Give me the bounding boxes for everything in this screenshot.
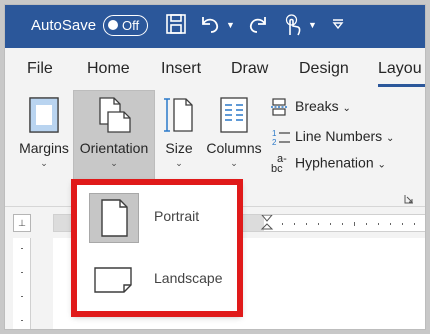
svg-text:2: 2 xyxy=(272,138,277,146)
size-dropdown-icon: ⌄ xyxy=(175,158,183,168)
svg-text:1: 1 xyxy=(272,129,277,138)
margins-label: Margins xyxy=(19,140,69,156)
breaks-icon xyxy=(271,98,287,116)
autosave-label: AutoSave xyxy=(31,17,97,34)
customize-quick-access-icon[interactable] xyxy=(331,17,345,31)
orientation-dropdown-icon: ⌄ xyxy=(110,158,118,168)
tab-design[interactable]: Design xyxy=(299,60,349,78)
portrait-page-icon xyxy=(101,199,128,237)
tab-insert[interactable]: Insert xyxy=(161,60,201,78)
tab-layout[interactable]: Layou xyxy=(378,60,422,78)
word-window: AutoSave Off ▼ ▼ File Home Insert Draw D… xyxy=(4,4,426,330)
tab-selector[interactable]: ⊥ xyxy=(13,214,31,232)
touch-dropdown-icon[interactable]: ▼ xyxy=(308,20,317,30)
toggle-knob xyxy=(108,20,118,30)
margins-icon xyxy=(29,97,59,133)
margins-dropdown-icon: ⌄ xyxy=(40,158,48,168)
redo-icon[interactable] xyxy=(247,13,269,35)
columns-icon xyxy=(220,97,248,133)
size-button[interactable]: Size ⌄ xyxy=(159,96,199,169)
ribbon-tabs: File Home Insert Draw Design Layou xyxy=(5,48,425,88)
tab-draw[interactable]: Draw xyxy=(231,60,268,78)
columns-button[interactable]: Columns ⌄ xyxy=(203,96,265,169)
autosave-state: Off xyxy=(122,18,140,33)
breaks-label: Breaks xyxy=(295,98,339,114)
landscape-label: Landscape xyxy=(154,270,223,286)
line-numbers-button[interactable]: 1 2 Line Numbers ⌄ xyxy=(271,128,394,146)
hyphenation-dropdown-icon: ⌄ xyxy=(377,159,386,171)
save-icon[interactable] xyxy=(165,13,187,35)
indent-marker-icon[interactable] xyxy=(260,215,274,233)
size-icon xyxy=(164,98,193,132)
portrait-label: Portrait xyxy=(154,208,200,224)
vertical-ruler[interactable] xyxy=(13,238,31,329)
tab-file[interactable]: File xyxy=(27,60,53,78)
tab-home[interactable]: Home xyxy=(87,60,130,78)
hyphenation-button[interactable]: a-bc Hyphenation ⌄ xyxy=(271,154,386,175)
breaks-dropdown-icon: ⌄ xyxy=(342,103,351,114)
hyphenation-icon-bottom: bc xyxy=(271,163,283,175)
orientation-option-portrait[interactable]: Portrait xyxy=(74,184,242,244)
hyphenation-icon: a-bc xyxy=(271,154,291,175)
columns-dropdown-icon: ⌄ xyxy=(230,158,238,168)
line-numbers-dropdown-icon: ⌄ xyxy=(386,133,395,144)
landscape-option-icon-box xyxy=(89,255,139,305)
title-bar: AutoSave Off ▼ ▼ xyxy=(5,5,425,48)
undo-dropdown-icon[interactable]: ▼ xyxy=(226,20,235,30)
margins-button[interactable]: Margins ⌄ xyxy=(15,96,73,169)
orientation-label: Orientation xyxy=(79,140,149,156)
orientation-button[interactable]: Orientation ⌄ xyxy=(73,96,155,169)
line-numbers-icon: 12 xyxy=(272,129,290,146)
orientation-icon xyxy=(99,97,131,133)
hyphenation-label: Hyphenation xyxy=(295,154,374,171)
breaks-button[interactable]: Breaks ⌄ xyxy=(271,98,351,116)
orientation-menu: Portrait Landscape xyxy=(73,181,241,315)
undo-icon[interactable] xyxy=(199,13,221,35)
landscape-page-icon xyxy=(94,267,132,293)
active-tab-indicator xyxy=(378,84,425,87)
line-numbers-label: Line Numbers xyxy=(295,128,383,144)
orientation-option-landscape[interactable]: Landscape xyxy=(74,246,242,306)
autosave-toggle[interactable]: Off xyxy=(103,15,148,36)
ruler-ticks xyxy=(282,222,415,226)
size-label: Size xyxy=(165,140,193,156)
page-setup-dialog-launcher-icon[interactable] xyxy=(404,191,414,204)
columns-label: Columns xyxy=(206,140,262,156)
portrait-option-icon-box xyxy=(89,193,139,243)
touch-mode-icon[interactable] xyxy=(281,13,303,37)
